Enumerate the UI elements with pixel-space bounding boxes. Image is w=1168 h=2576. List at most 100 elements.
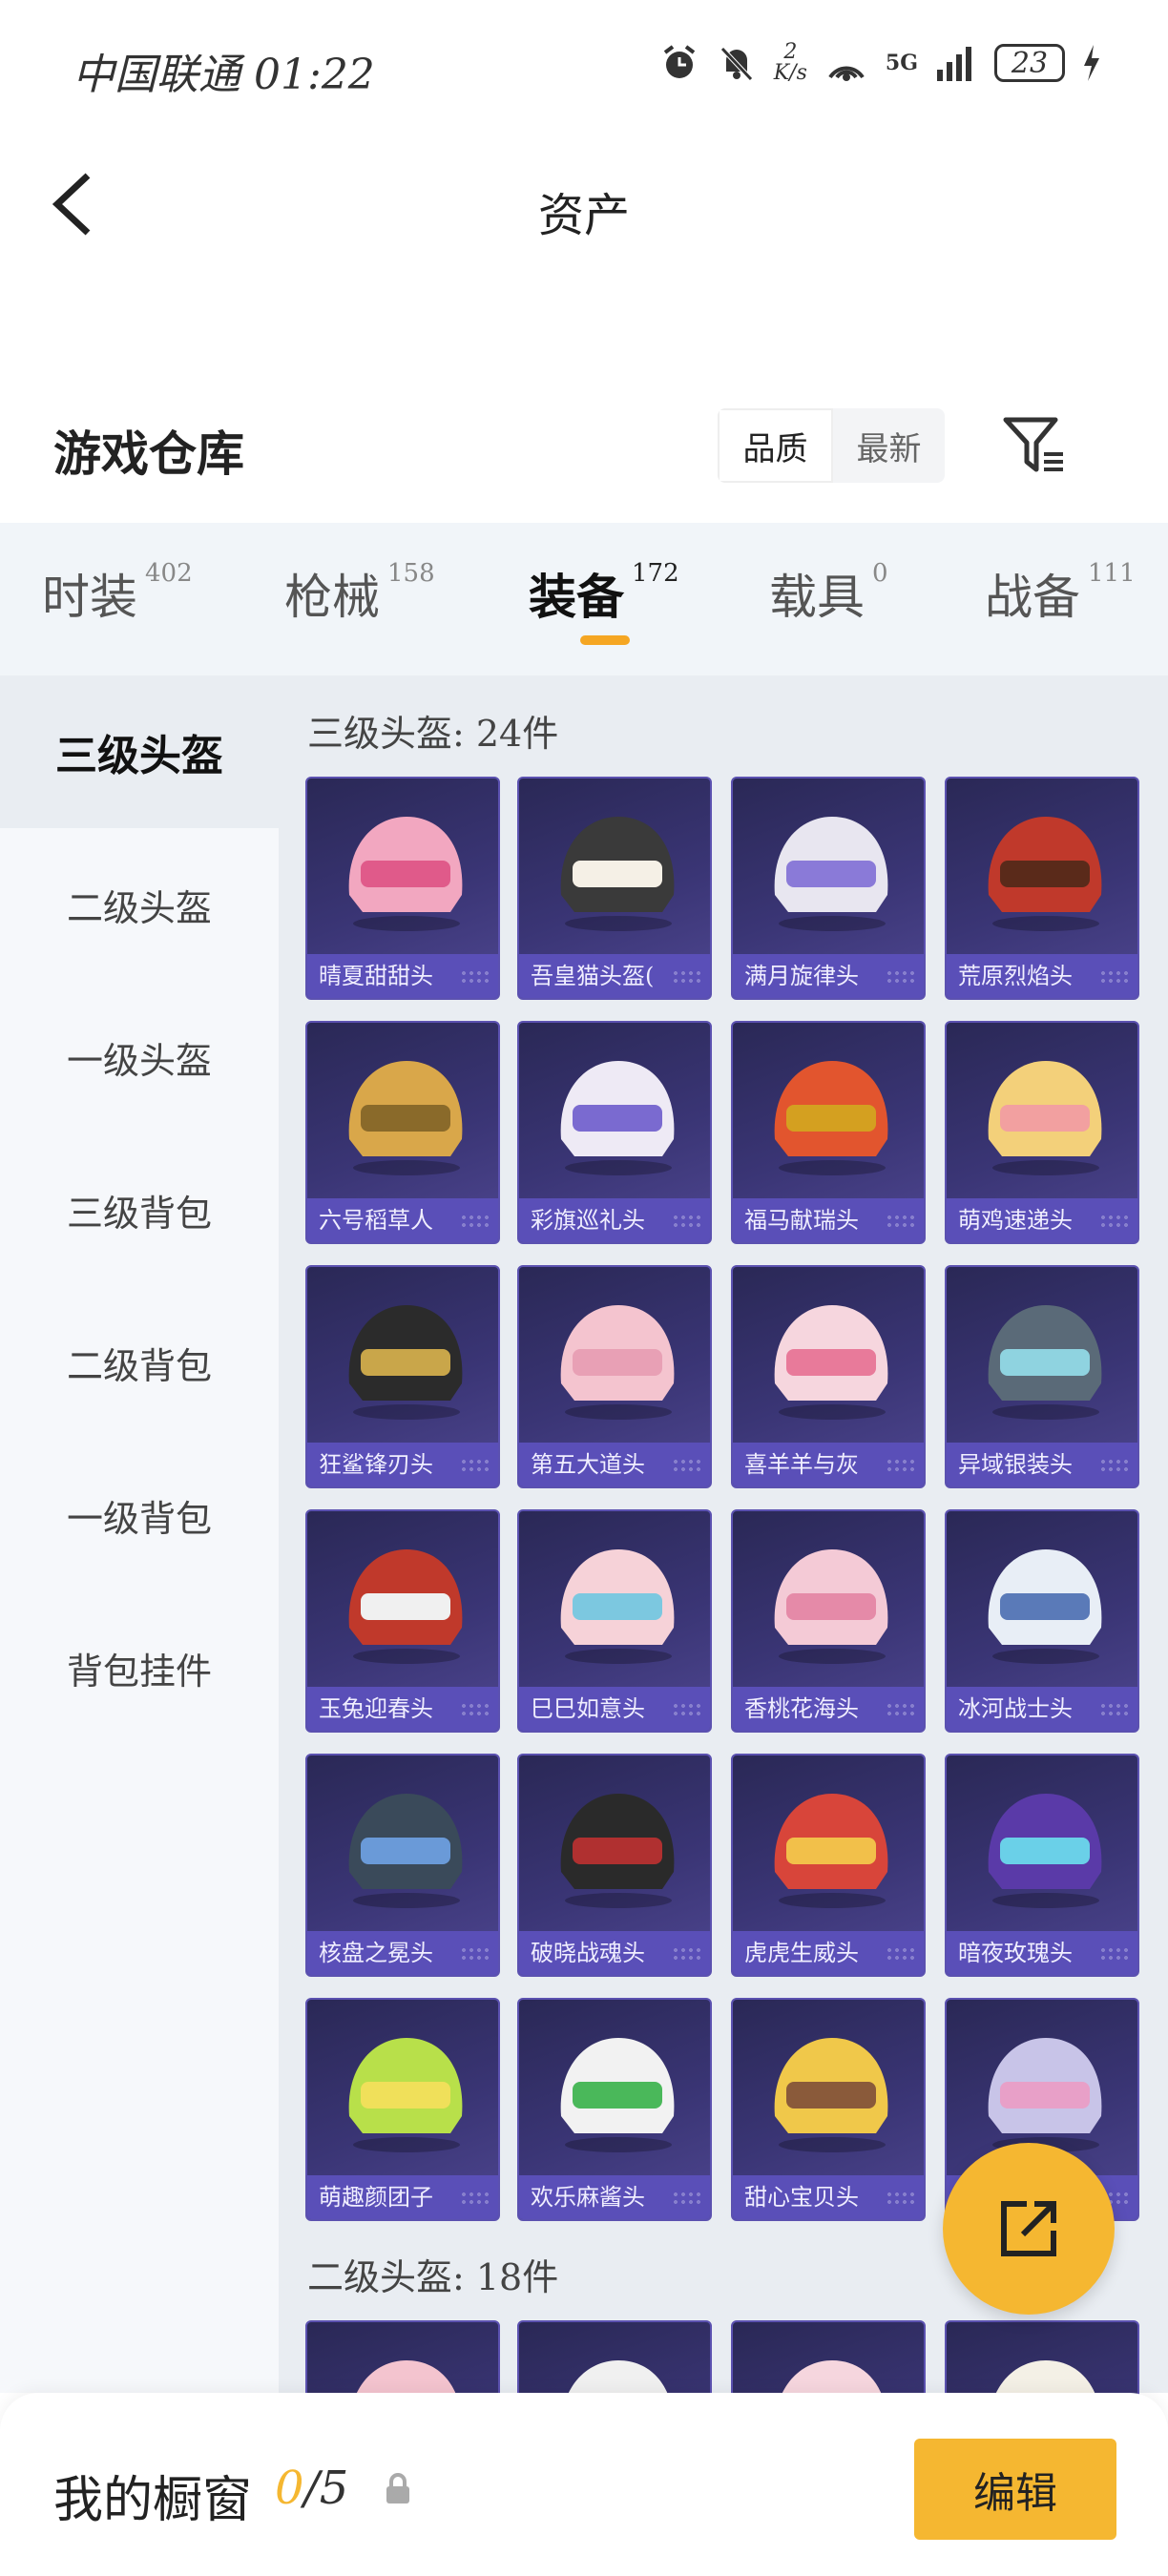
share-button[interactable] xyxy=(943,2143,1115,2315)
caption-dots xyxy=(460,1702,489,1715)
item-card[interactable]: 冰河战士头 xyxy=(945,1509,1139,1733)
helmet-visor xyxy=(573,1593,662,1620)
item-card[interactable]: 彩旗巡礼头 xyxy=(517,1021,712,1244)
carrier-name: 中国联通 xyxy=(73,51,240,99)
lock-icon xyxy=(384,2473,412,2505)
tab-count: 0 xyxy=(872,559,888,588)
active-tab-indicator xyxy=(580,635,630,645)
helmet-thumbnail xyxy=(560,1061,675,1175)
caption-dots xyxy=(886,2191,914,2204)
caption-dots xyxy=(1099,1458,1128,1471)
caption-dots xyxy=(460,969,489,983)
item-card[interactable]: 破晓战魂头 xyxy=(517,1754,712,1977)
helmet-visor xyxy=(361,1349,450,1376)
sidebar-item-level3-helmet[interactable]: 三级头盔 xyxy=(0,675,279,828)
helmet-visor xyxy=(1000,1593,1090,1620)
item-card[interactable]: 萌趣颜团子 xyxy=(305,1998,500,2221)
item-card[interactable]: 荒原烈焰头 xyxy=(945,777,1139,1000)
helmet-shadow xyxy=(353,2137,460,2152)
status-icons: 2 K/s 5G 23 xyxy=(659,42,1101,84)
sidebar-item-level2-helmet[interactable]: 二级头盔 xyxy=(0,828,279,981)
tab-equipment[interactable]: 装备 172 xyxy=(529,559,679,628)
alarm-icon xyxy=(663,45,695,78)
helmet-thumbnail xyxy=(348,1305,463,1420)
item-card[interactable]: 狂鲨锋刃头 xyxy=(305,1265,500,1488)
item-card[interactable]: 玉兔迎春头 xyxy=(305,1509,500,1733)
item-card[interactable]: 欢乐麻酱头 xyxy=(517,1998,712,2221)
sort-quality-option[interactable]: 品质 xyxy=(718,408,833,483)
helmet-visor xyxy=(361,1838,450,1864)
helmet-thumbnail xyxy=(348,1549,463,1664)
caption-dots xyxy=(886,1214,914,1227)
sidebar-item-level1-backpack[interactable]: 一级背包 xyxy=(0,1439,279,1591)
caption-dots xyxy=(886,1946,914,1960)
helmet-thumbnail xyxy=(774,2038,888,2152)
sort-toggle: 品质 最新 xyxy=(718,408,945,483)
helmet-visor xyxy=(786,2082,876,2109)
tab-count: 402 xyxy=(145,559,193,588)
sidebar-item-level3-backpack[interactable]: 三级背包 xyxy=(0,1133,279,1286)
helmet-thumbnail xyxy=(988,1549,1102,1664)
helmet-thumbnail xyxy=(988,1305,1102,1420)
helmet-visor xyxy=(1000,861,1090,887)
item-card[interactable]: 萌鸡速递头 xyxy=(945,1021,1139,1244)
helmet-thumbnail xyxy=(560,1549,675,1664)
item-card[interactable]: 虎虎生威头 xyxy=(731,1754,926,1977)
status-bar: 中国联通 01:22 2 K/s 5G 23 xyxy=(0,0,1168,134)
helmet-thumbnail xyxy=(348,817,463,931)
item-card[interactable]: 核盘之冕头 xyxy=(305,1754,500,1977)
helmet-visor xyxy=(786,1593,876,1620)
item-card[interactable]: 暗夜玫瑰头 xyxy=(945,1754,1139,1977)
helmet-thumbnail xyxy=(774,1549,888,1664)
subcategory-sidebar: 三级头盔 二级头盔 一级头盔 三级背包 二级背包 一级背包 背包挂件 xyxy=(0,675,279,2393)
helmet-visor xyxy=(361,861,450,887)
item-card[interactable]: 香桃花海头 xyxy=(731,1509,926,1733)
tab-fashion[interactable]: 时装 402 xyxy=(42,559,193,628)
helmet-shadow xyxy=(779,1160,886,1175)
helmet-thumbnail xyxy=(348,1061,463,1175)
tab-label: 载具 xyxy=(769,570,865,625)
item-card[interactable]: 晴夏甜甜头 xyxy=(305,777,500,1000)
item-card[interactable]: 第五大道头 xyxy=(517,1265,712,1488)
sidebar-item-backpack-charm[interactable]: 背包挂件 xyxy=(0,1591,279,1744)
item-card[interactable]: 满月旋律头 xyxy=(731,777,926,1000)
helmet-shadow xyxy=(353,1404,460,1420)
edit-button[interactable]: 编辑 xyxy=(914,2439,1116,2540)
net-speed-unit: K/s xyxy=(773,61,807,85)
signal-label: 5G xyxy=(885,51,918,75)
helmet-shadow xyxy=(779,1649,886,1664)
helmet-visor xyxy=(573,1838,662,1864)
helmet-thumbnail xyxy=(348,2038,463,2152)
helmet-thumbnail xyxy=(774,1061,888,1175)
tab-weapons[interactable]: 枪械 158 xyxy=(284,559,435,628)
helmet-thumbnail xyxy=(560,1305,675,1420)
caption-dots xyxy=(460,1946,489,1960)
item-card[interactable]: 巳巳如意头 xyxy=(517,1509,712,1733)
helmet-visor xyxy=(786,1349,876,1376)
sidebar-item-level1-helmet[interactable]: 一级头盔 xyxy=(0,981,279,1133)
item-card[interactable]: 异域银装头 xyxy=(945,1265,1139,1488)
helmet-shadow xyxy=(992,1160,1099,1175)
caption-dots xyxy=(1099,1702,1128,1715)
share-external-icon xyxy=(1001,2201,1056,2256)
helmet-visor xyxy=(1000,2082,1090,2109)
helmet-shadow xyxy=(565,2137,672,2152)
hotspot-icon xyxy=(828,66,865,81)
caption-dots xyxy=(1099,1946,1128,1960)
tab-vehicles[interactable]: 载具 0 xyxy=(769,559,888,628)
tab-count: 111 xyxy=(1088,559,1136,588)
item-card[interactable]: 喜羊羊与灰 xyxy=(731,1265,926,1488)
helmet-thumbnail xyxy=(348,1794,463,1908)
item-card[interactable]: 吾皇猫头盔( xyxy=(517,777,712,1000)
sort-newest-option[interactable]: 最新 xyxy=(833,408,945,483)
sidebar-item-level2-backpack[interactable]: 二级背包 xyxy=(0,1286,279,1439)
tab-label: 装备 xyxy=(529,569,624,625)
filter-button[interactable] xyxy=(1002,414,1069,477)
item-card[interactable]: 甜心宝贝头 xyxy=(731,1998,926,2221)
item-card[interactable]: 福马献瑞头 xyxy=(731,1021,926,1244)
tab-supplies[interactable]: 战备 111 xyxy=(985,559,1136,628)
showcase-total: /5 xyxy=(303,2462,349,2515)
helmet-shadow xyxy=(353,1160,460,1175)
item-card[interactable]: 六号稻草人 xyxy=(305,1021,500,1244)
tab-label: 时装 xyxy=(42,570,137,625)
